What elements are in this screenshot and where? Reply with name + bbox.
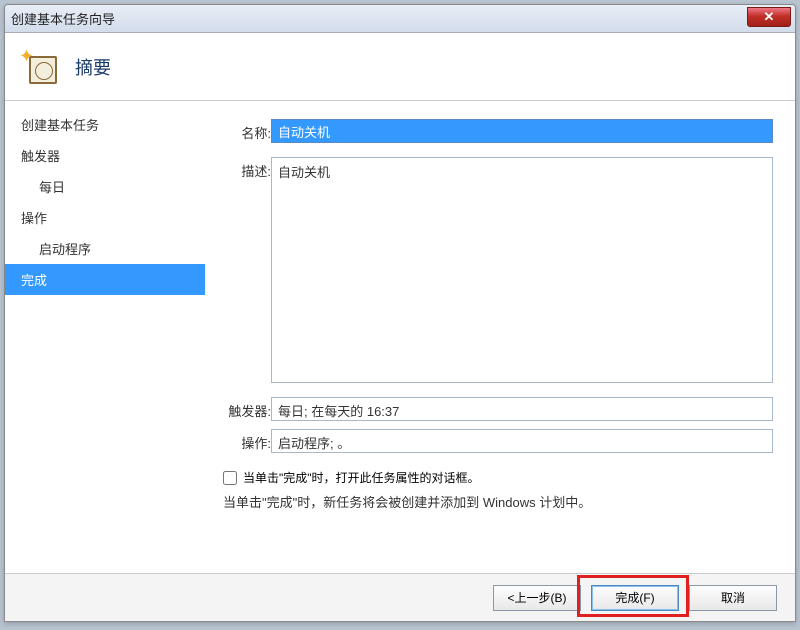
description-label: 描述: [215, 157, 271, 180]
finish-button[interactable]: 完成(F) [591, 585, 679, 611]
wizard-window: 创建基本任务向导 ✕ ✦ 摘要 创建基本任务 触发器 每日 操作 启动程序 完成… [4, 4, 796, 622]
wizard-header: ✦ 摘要 [5, 33, 795, 101]
wizard-content: 名称: 自动关机 描述: 自动关机 触发器: 每日; 在每天的 16:37 操作… [205, 101, 795, 571]
open-properties-checkbox[interactable] [223, 471, 237, 485]
name-label: 名称: [215, 119, 271, 142]
sidebar-item-finish[interactable]: 完成 [5, 264, 205, 295]
sidebar-item-trigger[interactable]: 触发器 [5, 140, 205, 171]
sidebar-item-create-basic-task[interactable]: 创建基本任务 [5, 109, 205, 140]
open-properties-label: 当单击"完成"时，打开此任务属性的对话框。 [243, 469, 480, 486]
open-properties-checkbox-row[interactable]: 当单击"完成"时，打开此任务属性的对话框。 [215, 469, 773, 486]
page-title: 摘要 [75, 54, 111, 80]
wizard-footer: <上一步(B) 完成(F) 取消 [5, 573, 795, 621]
trigger-label: 触发器: [215, 397, 271, 420]
titlebar[interactable]: 创建基本任务向导 ✕ [5, 5, 795, 33]
action-value: 启动程序; 。 [271, 429, 773, 453]
sidebar-item-action[interactable]: 操作 [5, 202, 205, 233]
sidebar-item-daily[interactable]: 每日 [5, 171, 205, 202]
task-icon: ✦ [23, 50, 57, 84]
window-title: 创建基本任务向导 [11, 9, 115, 28]
trigger-value: 每日; 在每天的 16:37 [271, 397, 773, 421]
close-icon: ✕ [764, 9, 775, 25]
action-label: 操作: [215, 429, 271, 452]
back-button[interactable]: <上一步(B) [493, 585, 581, 611]
close-button[interactable]: ✕ [747, 7, 791, 27]
name-input[interactable]: 自动关机 [271, 119, 773, 143]
wizard-steps-sidebar: 创建基本任务 触发器 每日 操作 启动程序 完成 [5, 101, 205, 571]
description-input[interactable]: 自动关机 [271, 157, 773, 383]
info-text: 当单击"完成"时，新任务将会被创建并添加到 Windows 计划中。 [215, 492, 773, 511]
cancel-button[interactable]: 取消 [689, 585, 777, 611]
wizard-body: 创建基本任务 触发器 每日 操作 启动程序 完成 名称: 自动关机 描述: 自动… [5, 101, 795, 571]
sidebar-item-start-program[interactable]: 启动程序 [5, 233, 205, 264]
